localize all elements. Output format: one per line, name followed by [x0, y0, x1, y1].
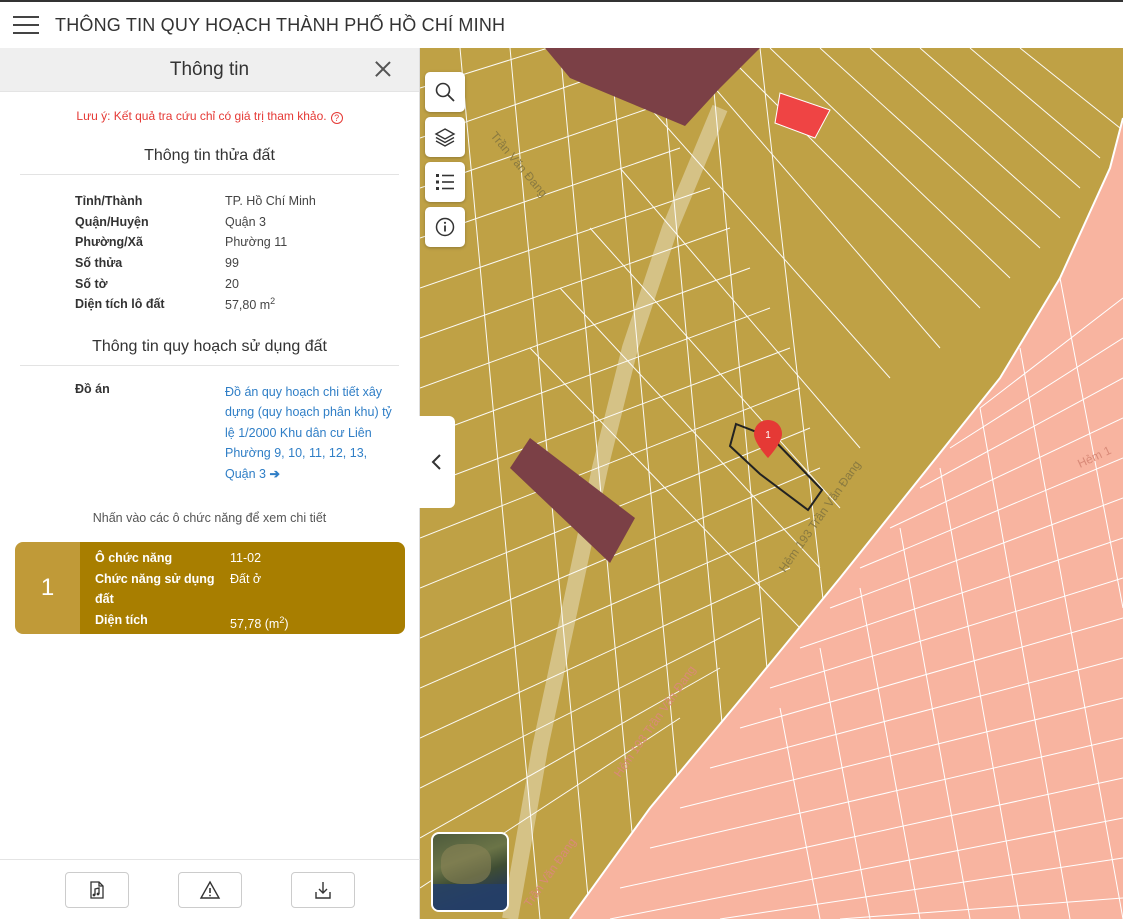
zone-area-suffix: ) — [284, 616, 289, 631]
chevron-left-icon — [431, 454, 441, 470]
document-button[interactable] — [65, 872, 129, 908]
basemap-toggle-thumbnail[interactable] — [431, 832, 509, 912]
land-info-value: 20 — [225, 276, 239, 291]
help-icon[interactable]: ? — [330, 112, 343, 124]
report-button[interactable] — [178, 872, 242, 908]
zone-row: Diện tích 57,78 (m2) — [95, 610, 405, 635]
land-info-row: Số thửa 99 — [75, 253, 419, 274]
land-info-label: Số tờ — [75, 276, 108, 291]
land-area-value: 57,80 m2 — [225, 296, 275, 312]
land-area-label: Diện tích lô đất — [75, 297, 165, 312]
land-area-number: 57,80 m — [225, 298, 271, 313]
plan-label: Đồ án — [75, 381, 110, 396]
land-info-row: Quận/Huyện Quận 3 — [75, 212, 419, 233]
land-info-value: Phường 11 — [225, 235, 288, 250]
search-icon — [435, 82, 455, 102]
close-icon[interactable] — [373, 59, 393, 79]
zone-row: Chức năng sử dụng đất Đất ở — [95, 569, 405, 610]
arrow-right-icon[interactable]: ➔ — [270, 467, 280, 481]
marker-label: 1 — [765, 430, 771, 441]
land-info-label: Quận/Huyện — [75, 214, 149, 229]
land-info-row: Tỉnh/Thành TP. Hồ Chí Minh — [75, 191, 419, 212]
plan-link[interactable]: Đồ án quy hoạch chi tiết xây dựng (quy h… — [225, 382, 397, 485]
land-info-row: Phường/Xã Phường 11 — [75, 232, 419, 253]
zone-value: Đất ở — [230, 571, 262, 586]
land-info-value: Quận 3 — [225, 214, 267, 229]
minimap-sea — [433, 884, 507, 910]
layers-icon — [434, 128, 456, 147]
search-tool-button[interactable] — [425, 72, 465, 112]
zone-area-number: 57,78 (m — [230, 616, 280, 631]
collapse-panel-button[interactable] — [419, 416, 455, 508]
disclaimer-note: Lưu ý: Kết quả tra cứu chỉ có giá trị th… — [0, 109, 419, 124]
plan-link-text[interactable]: Đồ án quy hoạch chi tiết xây dựng (quy h… — [225, 385, 392, 481]
list-tool-button[interactable] — [425, 162, 465, 202]
panel-footer — [0, 859, 420, 919]
land-area-exponent: 2 — [270, 296, 276, 307]
land-info-label: Số thửa — [75, 256, 123, 271]
panel-header: Thông tin — [0, 48, 419, 92]
panel-title: Thông tin — [169, 58, 250, 80]
land-info-value: TP. Hồ Chí Minh — [225, 194, 316, 209]
info-tool-button[interactable] — [425, 207, 465, 247]
hint-text: Nhấn vào các ô chức năng để xem chi tiết — [92, 510, 327, 525]
zone-label: Ô chức năng — [95, 551, 173, 565]
zone-area-value: 57,78 (m2) — [230, 610, 289, 635]
land-info-label: Tỉnh/Thành — [75, 194, 143, 209]
warning-icon — [199, 880, 221, 899]
planning-map[interactable]: Trần Văn Đang Hẻm 193 Trần Văn Đang Hẻm … — [420, 48, 1123, 919]
top-bar: THÔNG TIN QUY HOẠCH THÀNH PHỐ HỒ CHÍ MIN… — [0, 0, 1123, 48]
zone-label: Chức năng sử dụng đất — [95, 571, 215, 607]
document-music-icon — [90, 881, 104, 899]
land-info-row: Diện tích lô đất 57,80 m2 — [75, 294, 419, 315]
hamburger-menu-icon[interactable] — [13, 16, 39, 34]
plan-info: Đồ án Đồ án quy hoạch chi tiết xây dựng … — [75, 382, 419, 485]
land-info-list: Tỉnh/Thành TP. Hồ Chí Minh Quận/Huyện Qu… — [75, 191, 419, 315]
zone-details: Ô chức năng 11-02 Chức năng sử dụng đất … — [80, 542, 405, 634]
layers-tool-button[interactable] — [425, 117, 465, 157]
zone-card[interactable]: 1 Ô chức năng 11-02 Chức năng sử dụng đấ… — [15, 542, 405, 634]
list-icon — [436, 174, 454, 190]
land-section-title: Thông tin thửa đất — [20, 147, 399, 175]
app-title: THÔNG TIN QUY HOẠCH THÀNH PHỐ HỒ CHÍ MIN… — [55, 14, 506, 35]
info-icon — [435, 217, 455, 237]
minimap-land — [441, 844, 491, 884]
download-icon — [315, 882, 331, 899]
zone-area-label: Diện tích — [95, 612, 148, 627]
land-info-row: Số tờ 20 — [75, 273, 419, 294]
zone-row: Ô chức năng 11-02 — [95, 548, 405, 569]
disclaimer-text: Lưu ý: Kết quả tra cứu chỉ có giá trị th… — [76, 109, 327, 123]
plan-section-title: Thông tin quy hoạch sử dụng đất — [20, 338, 399, 366]
download-button[interactable] — [291, 872, 355, 908]
land-info-value: 99 — [225, 256, 239, 271]
land-info-label: Phường/Xã — [75, 235, 143, 250]
info-panel: Thông tin Lưu ý: Kết quả tra cứu chỉ có … — [0, 48, 420, 919]
zone-value: 11-02 — [230, 551, 262, 565]
zone-number: 1 — [15, 542, 80, 634]
